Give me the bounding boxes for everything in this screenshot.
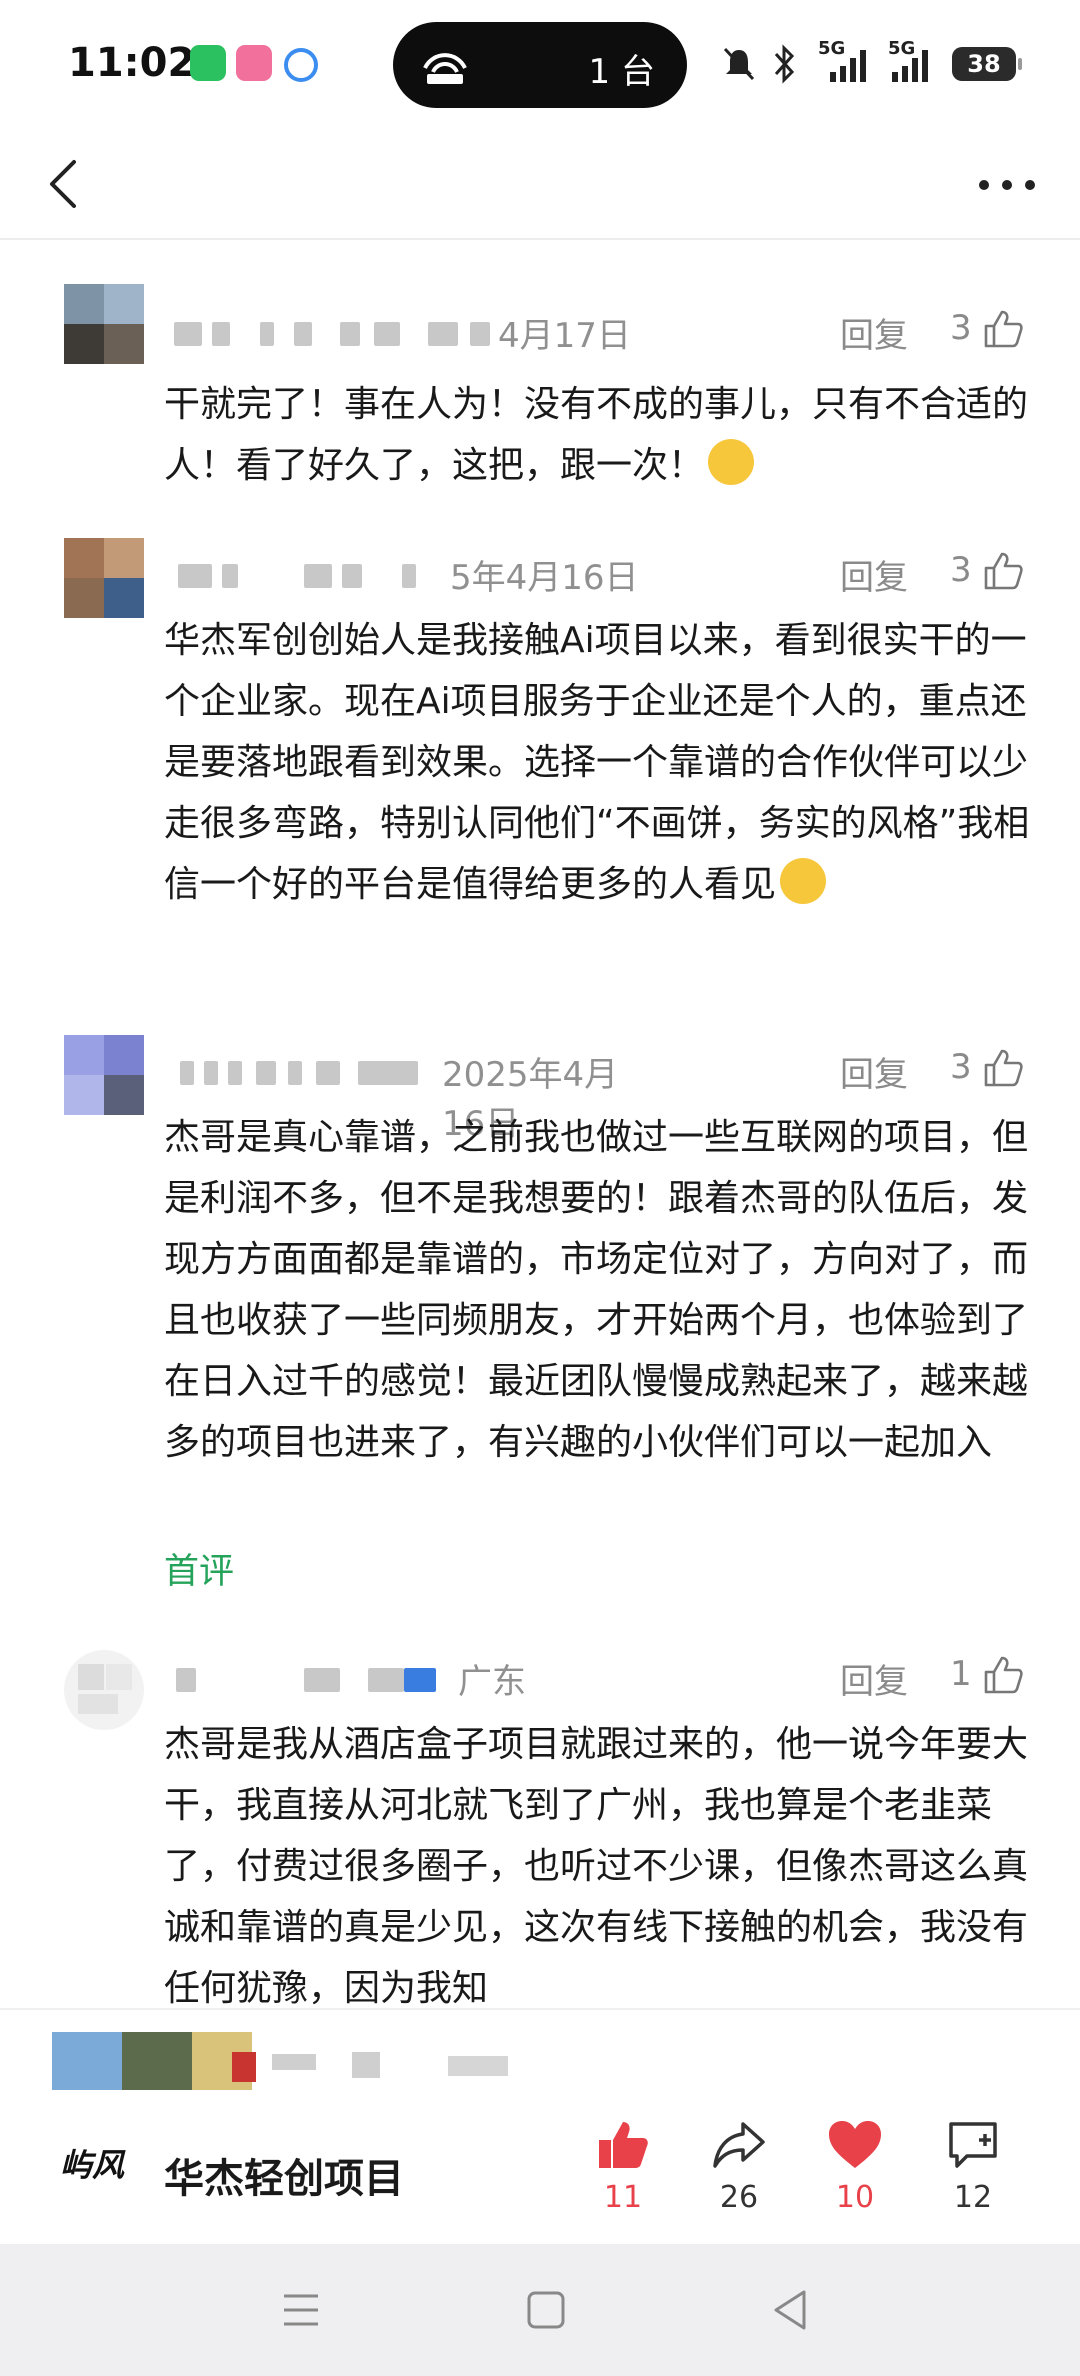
like-action[interactable]: 11 [578, 2118, 668, 2215]
reply-button[interactable]: 回复 [840, 1654, 908, 1703]
comment-text: 杰哥是我从酒店盒子项目就跟过来的，他一说今年要大干，我直接从河北就飞到了广州，我… [164, 1724, 1029, 2008]
bottom-action-panel: 屿风 华杰轻创项目 11 26 10 12 [0, 2008, 1080, 2246]
comment-location: 广东 [458, 1662, 526, 1702]
signal-icon-1 [830, 50, 866, 82]
comment-feed[interactable]: 4月17日 回复 3 干就完了！事在人为！没有不成的事儿，只有不合适的人！看了好… [0, 240, 1080, 2008]
favorite-count: 10 [835, 2180, 875, 2215]
system-nav-bar [0, 2244, 1080, 2376]
like-count: 3 [950, 308, 972, 348]
comment-date: 5年4月16日 [450, 558, 639, 598]
comment-action[interactable]: 12 [928, 2118, 1018, 2215]
search-app-icon [284, 48, 318, 82]
comment-count: 12 [953, 2180, 993, 2215]
menu-icon[interactable] [280, 2290, 322, 2330]
favorite-action[interactable]: 10 [810, 2118, 900, 2215]
reply-button[interactable]: 回复 [840, 1047, 908, 1096]
more-options-icon[interactable] [972, 160, 1042, 210]
heart-icon [829, 2121, 881, 2168]
username-blurred[interactable]: 广东 [164, 1650, 644, 1702]
share-icon [713, 2122, 765, 2168]
share-count: 26 [719, 2180, 759, 2215]
hotspot-count: 1 台 [588, 52, 655, 92]
grinning-face-emoji [780, 858, 827, 904]
hotspot-pill[interactable]: 1 台 [393, 22, 687, 108]
username-blurred[interactable]: 5年4月16日 [164, 546, 644, 598]
share-action[interactable]: 26 [694, 2118, 784, 2215]
like-count: 11 [603, 2180, 643, 2215]
bluetooth-icon [774, 44, 795, 84]
like-count: 1 [950, 1654, 972, 1694]
account-logo-text: 屿风 [60, 2146, 125, 2184]
comment-text: 杰哥是真心靠谱，之前我也做过一些互联网的项目，但是利润不多，但不是我想要的！跟着… [164, 1117, 1029, 1463]
status-bar: 11:02 1 台 5G 5G 38 [0, 0, 1080, 130]
reply-button[interactable]: 回复 [840, 550, 908, 599]
like-count: 3 [950, 550, 972, 590]
back-nav-icon[interactable] [770, 2288, 810, 2332]
back-arrow-icon[interactable] [36, 152, 96, 216]
wechat-icon [190, 45, 226, 81]
username-blurred[interactable]: 2025年4月16日 [164, 1043, 644, 1144]
comment-text: 干就完了！事在人为！没有不成的事儿，只有不合适的人！看了好久了，这把，跟一次！ [164, 384, 1029, 486]
account-logo[interactable]: 屿风 [60, 2140, 140, 2190]
thumbs-up-icon[interactable] [982, 550, 1024, 592]
reply-button[interactable]: 回复 [840, 308, 908, 357]
shushing-face-emoji [708, 439, 755, 485]
hotspot-icon [423, 53, 467, 84]
avatar[interactable] [64, 1650, 144, 1730]
username-blurred[interactable]: 4月17日 [164, 304, 644, 356]
status-time: 11:02 [68, 40, 196, 86]
signal-icon-2 [892, 50, 928, 82]
battery-indicator: 38 [952, 47, 1022, 81]
comment-icon [949, 2122, 997, 2168]
thumbs-up-icon[interactable] [982, 1047, 1024, 1089]
comment-date: 4月17日 [498, 316, 631, 356]
bilibili-icon [236, 45, 272, 81]
thumbs-up-icon[interactable] [982, 308, 1024, 350]
liker-avatars-blurred[interactable] [52, 2032, 572, 2090]
comment-text: 华杰军创创始人是我接触Ai项目以来，看到很实干的一个企业家。现在Ai项目服务于企… [164, 620, 1030, 905]
top-nav-bar [0, 130, 1080, 240]
account-name[interactable]: 华杰轻创项目 [164, 2146, 404, 2204]
first-comment-tag: 首评 [164, 1552, 235, 1592]
like-count: 3 [950, 1047, 972, 1087]
thumbs-up-icon[interactable] [982, 1654, 1024, 1696]
thumbs-up-icon [599, 2122, 648, 2168]
avatar[interactable] [64, 538, 144, 618]
home-icon[interactable] [526, 2290, 566, 2330]
avatar[interactable] [64, 1035, 144, 1115]
avatar[interactable] [64, 284, 144, 364]
mute-icon [723, 47, 755, 81]
